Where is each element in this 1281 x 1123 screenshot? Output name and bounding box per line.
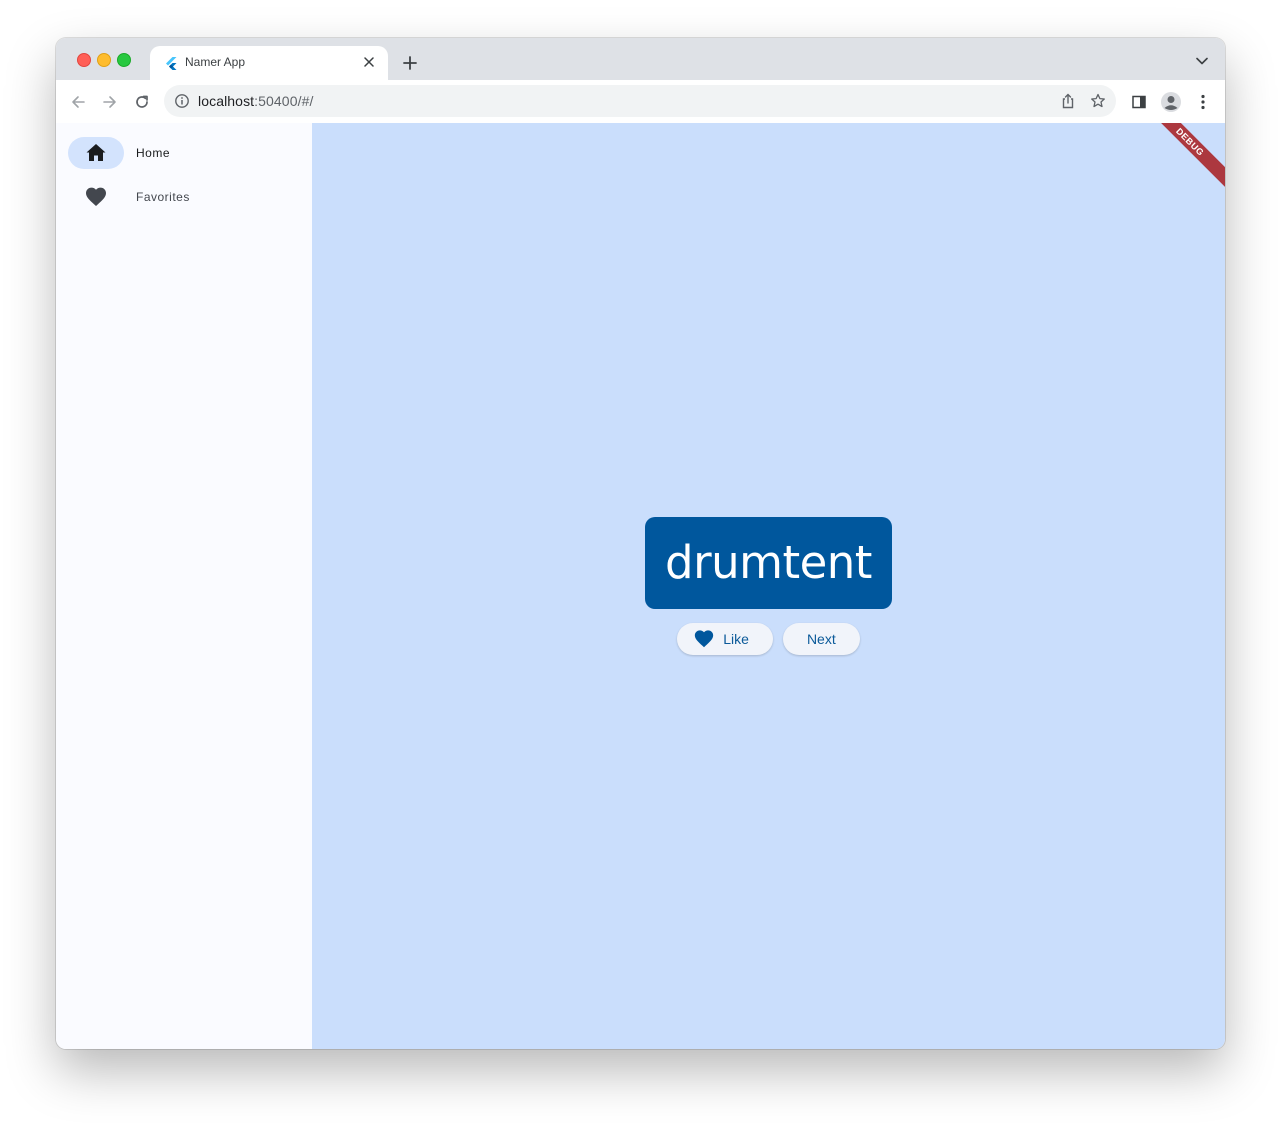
home-icon — [86, 144, 106, 161]
word-pair-card: drumtent — [645, 517, 892, 609]
tab-strip: Namer App — [56, 38, 1225, 80]
like-label: Like — [723, 631, 749, 647]
side-panel-icon[interactable] — [1126, 89, 1152, 115]
next-label: Next — [806, 631, 836, 647]
rail-item-favorites[interactable]: Favorites — [68, 181, 298, 213]
window-maximize-button[interactable] — [117, 53, 131, 67]
back-arrow-icon[interactable] — [65, 89, 91, 115]
tab-namer-app[interactable]: Namer App — [150, 46, 388, 80]
like-button[interactable]: Like — [677, 623, 773, 655]
site-info-icon[interactable] — [174, 93, 190, 109]
heart-icon — [86, 187, 106, 206]
kebab-menu-icon[interactable] — [1190, 89, 1216, 115]
window-minimize-button[interactable] — [97, 53, 111, 67]
browser-toolbar: localhost:50400/#/ — [56, 80, 1225, 124]
tab-close-icon[interactable] — [360, 53, 378, 71]
tab-search-chevron-icon[interactable] — [1193, 52, 1211, 70]
rail-item-label: Favorites — [136, 190, 190, 204]
browser-window: Namer App localhost:50400/#/ Home Favori… — [56, 38, 1225, 1049]
flutter-logo-icon — [166, 57, 177, 70]
heart-icon — [695, 630, 714, 648]
tab-title: Namer App — [185, 55, 246, 69]
new-tab-plus-icon[interactable] — [399, 52, 421, 74]
url-text: localhost:50400/#/ — [198, 93, 314, 109]
rail-item-home[interactable]: Home — [68, 137, 298, 169]
window-close-button[interactable] — [77, 53, 91, 67]
address-bar[interactable]: localhost:50400/#/ — [164, 85, 1116, 117]
bookmark-star-icon[interactable] — [1088, 91, 1108, 111]
rail-item-label: Home — [136, 146, 171, 160]
page-content: Home Favorites drumtent Like Next DEBUG — [56, 123, 1225, 1049]
profile-avatar-icon[interactable] — [1158, 89, 1184, 115]
generator-page: drumtent Like Next DEBUG — [312, 123, 1225, 1049]
share-icon[interactable] — [1058, 91, 1078, 111]
reload-icon[interactable] — [129, 89, 155, 115]
action-row: Like Next — [677, 623, 860, 655]
next-button[interactable]: Next — [782, 623, 860, 655]
navigation-rail: Home Favorites — [56, 123, 312, 1049]
forward-arrow-icon[interactable] — [97, 89, 123, 115]
generator-center: drumtent Like Next — [312, 123, 1225, 1049]
